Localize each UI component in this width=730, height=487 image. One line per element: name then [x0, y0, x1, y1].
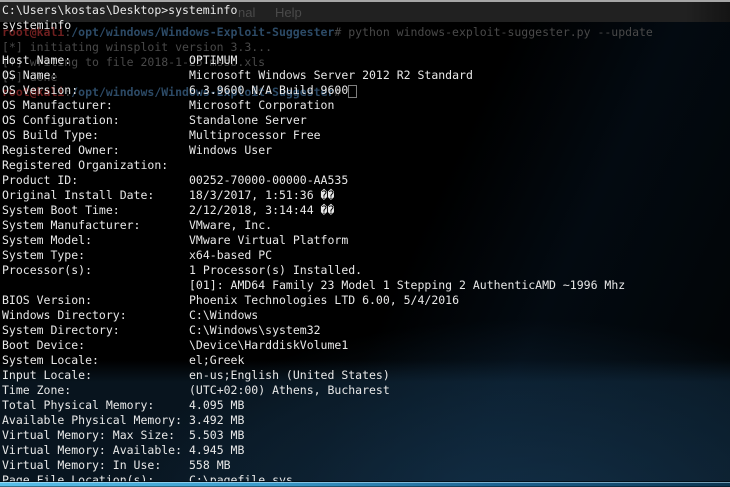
systeminfo-label: Time Zone: [2, 383, 189, 398]
systeminfo-value: 18/3/2017, 1:51:36 �� [189, 188, 334, 203]
systeminfo-row: Windows Directory:C:\Windows [2, 308, 625, 323]
systeminfo-value: (UTC+02:00) Athens, Bucharest [189, 383, 390, 398]
systeminfo-value: Multiprocessor Free [189, 128, 321, 143]
systeminfo-value: el;Greek [189, 353, 244, 368]
systeminfo-label: System Type: [2, 248, 189, 263]
systeminfo-value: C:\Windows [189, 308, 258, 323]
systeminfo-value: 1 Processor(s) Installed. [189, 263, 362, 278]
systeminfo-row: OS Manufacturer:Microsoft Corporation [2, 98, 625, 113]
systeminfo-value: C:\Windows\system32 [189, 323, 321, 338]
systeminfo-label: System Model: [2, 233, 189, 248]
systeminfo-value: 6.3.9600 N/A Build 9600 [189, 83, 348, 98]
systeminfo-row: Registered Owner:Windows User [2, 143, 625, 158]
systeminfo-row: Processor(s):1 Processor(s) Installed. [2, 263, 625, 278]
systeminfo-value: Standalone Server [189, 113, 307, 128]
systeminfo-label: OS Manufacturer: [2, 98, 189, 113]
systeminfo-row: Original Install Date:18/3/2017, 1:51:36… [2, 188, 625, 203]
systeminfo-label: Registered Owner: [2, 143, 189, 158]
systeminfo-output: Host Name:OPTIMUMOS Name:Microsoft Windo… [2, 53, 625, 487]
systeminfo-label: Virtual Memory: Available: [2, 443, 189, 458]
systeminfo-label: System Locale: [2, 353, 189, 368]
command-echo: systeminfo [2, 18, 71, 33]
systeminfo-value: \Device\HarddiskVolume1 [189, 338, 348, 353]
systeminfo-row: Input Locale:en-us;English (United State… [2, 368, 625, 383]
systeminfo-row: Virtual Memory: Available:4.945 MB [2, 443, 625, 458]
systeminfo-row: Time Zone:(UTC+02:00) Athens, Bucharest [2, 383, 625, 398]
systeminfo-label: BIOS Version: [2, 293, 189, 308]
systeminfo-value: OPTIMUM [189, 53, 237, 68]
systeminfo-row: Available Physical Memory:3.492 MB [2, 413, 625, 428]
systeminfo-label: OS Configuration: [2, 113, 189, 128]
systeminfo-label: Input Locale: [2, 368, 189, 383]
systeminfo-label: System Directory: [2, 323, 189, 338]
desktop: nalHelp root@kali:/opt/windows/Windows-E… [0, 0, 730, 487]
systeminfo-row: OS Configuration:Standalone Server [2, 113, 625, 128]
systeminfo-value: Microsoft Windows Server 2012 R2 Standar… [189, 68, 473, 83]
systeminfo-row: OS Name:Microsoft Windows Server 2012 R2… [2, 68, 625, 83]
systeminfo-row: Boot Device:\Device\HarddiskVolume1 [2, 338, 625, 353]
systeminfo-value: 00252-70000-00000-AA535 [189, 173, 348, 188]
systeminfo-label: OS Name: [2, 68, 189, 83]
systeminfo-row: System Model:VMware Virtual Platform [2, 233, 625, 248]
systeminfo-value: en-us;English (United States) [189, 368, 390, 383]
systeminfo-label: Windows Directory: [2, 308, 189, 323]
systeminfo-row: Host Name:OPTIMUM [2, 53, 625, 68]
systeminfo-value: 3.492 MB [189, 413, 244, 428]
systeminfo-row: System Boot Time:2/12/2018, 3:14:44 �� [2, 203, 625, 218]
systeminfo-label: Registered Organization: [2, 158, 189, 173]
systeminfo-row: System Locale:el;Greek [2, 353, 625, 368]
systeminfo-label: System Boot Time: [2, 203, 189, 218]
systeminfo-row: System Type:x64-based PC [2, 248, 625, 263]
systeminfo-row: OS Build Type:Multiprocessor Free [2, 128, 625, 143]
window-edge-highlight [0, 482, 730, 487]
systeminfo-row: System Manufacturer:VMware, Inc. [2, 218, 625, 233]
systeminfo-value: [01]: AMD64 Family 23 Model 1 Stepping 2… [189, 278, 625, 293]
systeminfo-label: Virtual Memory: Max Size: [2, 428, 189, 443]
systeminfo-label: Available Physical Memory: [2, 413, 189, 428]
foreground-terminal[interactable]: C:\Users\kostas\Desktop>systeminfo syste… [0, 0, 730, 487]
systeminfo-row: [01]: AMD64 Family 23 Model 1 Stepping 2… [2, 278, 625, 293]
systeminfo-row: Virtual Memory: In Use:558 MB [2, 458, 625, 473]
systeminfo-row: OS Version:6.3.9600 N/A Build 9600 [2, 83, 625, 98]
systeminfo-row: BIOS Version:Phoenix Technologies LTD 6.… [2, 293, 625, 308]
systeminfo-label: Product ID: [2, 173, 189, 188]
systeminfo-row: Registered Organization: [2, 158, 625, 173]
systeminfo-label: OS Version: [2, 83, 189, 98]
systeminfo-row: Virtual Memory: Max Size:5.503 MB [2, 428, 625, 443]
systeminfo-label [2, 278, 189, 293]
systeminfo-value: 5.503 MB [189, 428, 244, 443]
systeminfo-row: Product ID:00252-70000-00000-AA535 [2, 173, 625, 188]
systeminfo-label: Processor(s): [2, 263, 189, 278]
systeminfo-value: 558 MB [189, 458, 231, 473]
systeminfo-label: Host Name: [2, 53, 189, 68]
systeminfo-value: Phoenix Technologies LTD 6.00, 5/4/2016 [189, 293, 459, 308]
systeminfo-value: Windows User [189, 143, 272, 158]
systeminfo-value: 2/12/2018, 3:14:44 �� [189, 203, 334, 218]
systeminfo-value: x64-based PC [189, 248, 272, 263]
shell-prompt-line: C:\Users\kostas\Desktop>systeminfo [2, 3, 237, 18]
systeminfo-value: VMware Virtual Platform [189, 233, 348, 248]
systeminfo-label: OS Build Type: [2, 128, 189, 143]
systeminfo-label: Boot Device: [2, 338, 189, 353]
systeminfo-label: System Manufacturer: [2, 218, 189, 233]
systeminfo-row: System Directory:C:\Windows\system32 [2, 323, 625, 338]
systeminfo-label: Total Physical Memory: [2, 398, 189, 413]
systeminfo-value: 4.945 MB [189, 443, 244, 458]
systeminfo-label: Virtual Memory: In Use: [2, 458, 189, 473]
systeminfo-value: VMware, Inc. [189, 218, 272, 233]
systeminfo-value: 4.095 MB [189, 398, 244, 413]
systeminfo-value: Microsoft Corporation [189, 98, 334, 113]
systeminfo-label: Original Install Date: [2, 188, 189, 203]
systeminfo-row: Total Physical Memory:4.095 MB [2, 398, 625, 413]
